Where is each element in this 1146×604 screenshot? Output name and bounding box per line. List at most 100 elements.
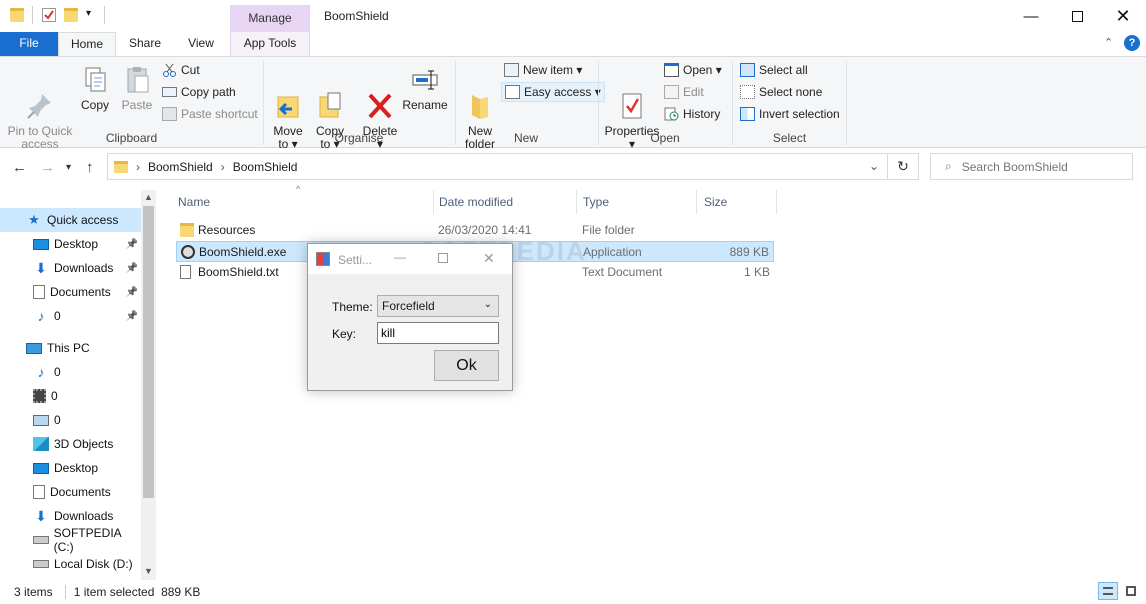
tab-view[interactable]: View bbox=[178, 32, 224, 56]
nav-item-0[interactable]: 0 bbox=[0, 384, 142, 408]
up-arrow-icon: ↑ bbox=[86, 159, 94, 176]
breadcrumb-item[interactable]: BoomShield bbox=[233, 160, 298, 174]
column-divider[interactable] bbox=[696, 190, 697, 214]
details-view-icon bbox=[1103, 587, 1113, 595]
pictures-icon bbox=[33, 414, 49, 426]
nav-item-3d-objects[interactable]: 3D Objects bbox=[0, 432, 142, 456]
back-button[interactable]: ← bbox=[12, 159, 27, 176]
tab-app-tools[interactable]: App Tools bbox=[230, 32, 310, 56]
clipboard-group-label: Clipboard bbox=[105, 131, 158, 145]
select-none-button[interactable]: Select none bbox=[740, 83, 822, 101]
rename-button[interactable]: Rename bbox=[402, 65, 448, 112]
nav-item-0[interactable]: 0 bbox=[0, 408, 142, 432]
nav-item-local-disk-d[interactable]: Local Disk (D:) bbox=[0, 552, 142, 576]
download-icon: ⬇ bbox=[35, 259, 47, 276]
qat-divider bbox=[32, 6, 33, 24]
select-all-button[interactable]: Select all bbox=[740, 61, 808, 79]
nav-item-0[interactable]: ♪ 0 bbox=[0, 360, 142, 384]
dialog-close-icon[interactable]: ✕ bbox=[483, 250, 495, 267]
open-group-label: Open bbox=[650, 131, 680, 145]
nav-item-quick-access[interactable]: ★ Quick access bbox=[0, 208, 142, 232]
large-icons-view-button[interactable] bbox=[1122, 582, 1142, 600]
paste-button[interactable]: Paste bbox=[118, 65, 156, 112]
copy-label: Copy bbox=[80, 98, 109, 112]
nav-item-0[interactable]: ♪ 0 📌 bbox=[0, 304, 142, 328]
recent-locations-button[interactable]: ▾ bbox=[66, 162, 71, 173]
theme-select[interactable]: Forcefield ⌄ bbox=[377, 295, 499, 317]
dialog-maximize-icon[interactable] bbox=[438, 253, 448, 263]
dialog-title-bar[interactable]: Setti... — ✕ bbox=[308, 244, 512, 274]
column-divider[interactable] bbox=[576, 190, 577, 214]
back-arrow-icon: ← bbox=[12, 159, 27, 176]
details-view-button[interactable] bbox=[1098, 582, 1118, 600]
pin-icon: 📌 bbox=[125, 238, 138, 250]
column-header-type[interactable]: Type bbox=[583, 194, 609, 216]
properties-qat-icon[interactable] bbox=[42, 8, 56, 22]
minimize-button[interactable]: — bbox=[1008, 0, 1054, 32]
column-header-date[interactable]: Date modified bbox=[439, 194, 513, 216]
open-label: Open ▾ bbox=[683, 63, 722, 77]
nav-scrollbar-thumb[interactable] bbox=[143, 206, 154, 498]
nav-item-documents[interactable]: Documents bbox=[0, 480, 142, 504]
nav-item-downloads[interactable]: ⬇ Downloads bbox=[0, 504, 142, 528]
navigation-pane: ★ Quick access Desktop 📌 ⬇ Downloads 📌 Document… bbox=[0, 186, 158, 578]
navigation-bar: ← → ▾ ↑ › BoomShield › BoomShield ⌄ ↻ ⌕ … bbox=[0, 149, 1146, 185]
tab-home[interactable]: Home bbox=[58, 32, 116, 57]
maximize-button[interactable] bbox=[1054, 0, 1100, 32]
nav-item-documents[interactable]: Documents 📌 bbox=[0, 280, 142, 304]
scroll-down-icon[interactable]: ▼ bbox=[144, 566, 153, 576]
breadcrumb-item[interactable]: BoomShield bbox=[148, 160, 213, 174]
nav-item-desktop[interactable]: Desktop 📌 bbox=[0, 232, 142, 256]
new-folder-qat-icon[interactable] bbox=[64, 8, 78, 22]
invert-selection-button[interactable]: Invert selection bbox=[740, 105, 840, 123]
refresh-button[interactable]: ↻ bbox=[887, 153, 919, 180]
forward-button[interactable]: → bbox=[40, 159, 55, 176]
column-header-name[interactable]: Name bbox=[178, 194, 210, 216]
text-file-icon bbox=[180, 265, 191, 279]
new-item-icon bbox=[504, 63, 519, 77]
address-dropdown-icon[interactable]: ⌄ bbox=[869, 159, 879, 173]
ok-button[interactable]: Ok bbox=[434, 350, 499, 381]
star-icon: ★ bbox=[28, 212, 40, 227]
folder-icon bbox=[180, 223, 194, 237]
column-header-size[interactable]: Size bbox=[704, 194, 727, 216]
up-button[interactable]: ↑ bbox=[86, 159, 94, 176]
copy-path-button[interactable]: Copy path bbox=[162, 83, 236, 101]
easy-access-button[interactable]: Easy access ▾ bbox=[501, 82, 605, 102]
nav-item-label: Quick access bbox=[47, 213, 119, 227]
qat-dropdown-icon[interactable]: ▾ bbox=[86, 8, 91, 19]
tab-share[interactable]: Share bbox=[122, 32, 168, 56]
nav-item-label: 0 bbox=[54, 365, 61, 379]
column-divider[interactable] bbox=[776, 190, 777, 214]
paste-shortcut-button[interactable]: Paste shortcut bbox=[162, 105, 258, 123]
edit-button[interactable]: Edit bbox=[664, 83, 704, 101]
cut-button[interactable]: Cut bbox=[162, 61, 200, 79]
nav-item-label: Desktop bbox=[54, 237, 99, 251]
address-bar[interactable]: › BoomShield › BoomShield ⌄ bbox=[107, 153, 888, 180]
manage-tab[interactable]: Manage bbox=[230, 5, 310, 32]
column-divider[interactable] bbox=[433, 190, 434, 214]
file-name: BoomShield.exe bbox=[199, 245, 287, 259]
download-icon: ⬇ bbox=[35, 507, 47, 524]
collapse-ribbon-icon[interactable]: ⌃ bbox=[1104, 36, 1113, 49]
key-input[interactable] bbox=[377, 322, 499, 344]
nav-item-softpedia-c[interactable]: SOFTPEDIA (C:) bbox=[0, 526, 142, 554]
scroll-up-icon[interactable]: ▲ bbox=[144, 192, 153, 202]
close-button[interactable]: ✕ bbox=[1100, 0, 1146, 32]
select-all-icon bbox=[740, 63, 755, 77]
copy-button[interactable]: Copy bbox=[78, 65, 112, 112]
tab-file[interactable]: File bbox=[0, 32, 58, 56]
history-button[interactable]: History bbox=[664, 105, 720, 123]
app-icon bbox=[181, 245, 195, 259]
nav-item-label: This PC bbox=[47, 341, 90, 355]
nav-item-downloads[interactable]: ⬇ Downloads 📌 bbox=[0, 256, 142, 280]
nav-item-this-pc[interactable]: This PC bbox=[0, 336, 142, 360]
search-box[interactable]: ⌕ Search BoomShield bbox=[930, 153, 1133, 180]
nav-item-desktop[interactable]: Desktop bbox=[0, 456, 142, 480]
file-type: Text Document bbox=[582, 265, 663, 279]
help-icon[interactable]: ? bbox=[1124, 35, 1140, 51]
search-input[interactable]: Search BoomShield bbox=[962, 160, 1068, 174]
open-button[interactable]: Open ▾ bbox=[664, 61, 722, 79]
new-item-button[interactable]: New item ▾ bbox=[504, 61, 582, 79]
dialog-minimize-icon[interactable]: — bbox=[394, 250, 406, 264]
